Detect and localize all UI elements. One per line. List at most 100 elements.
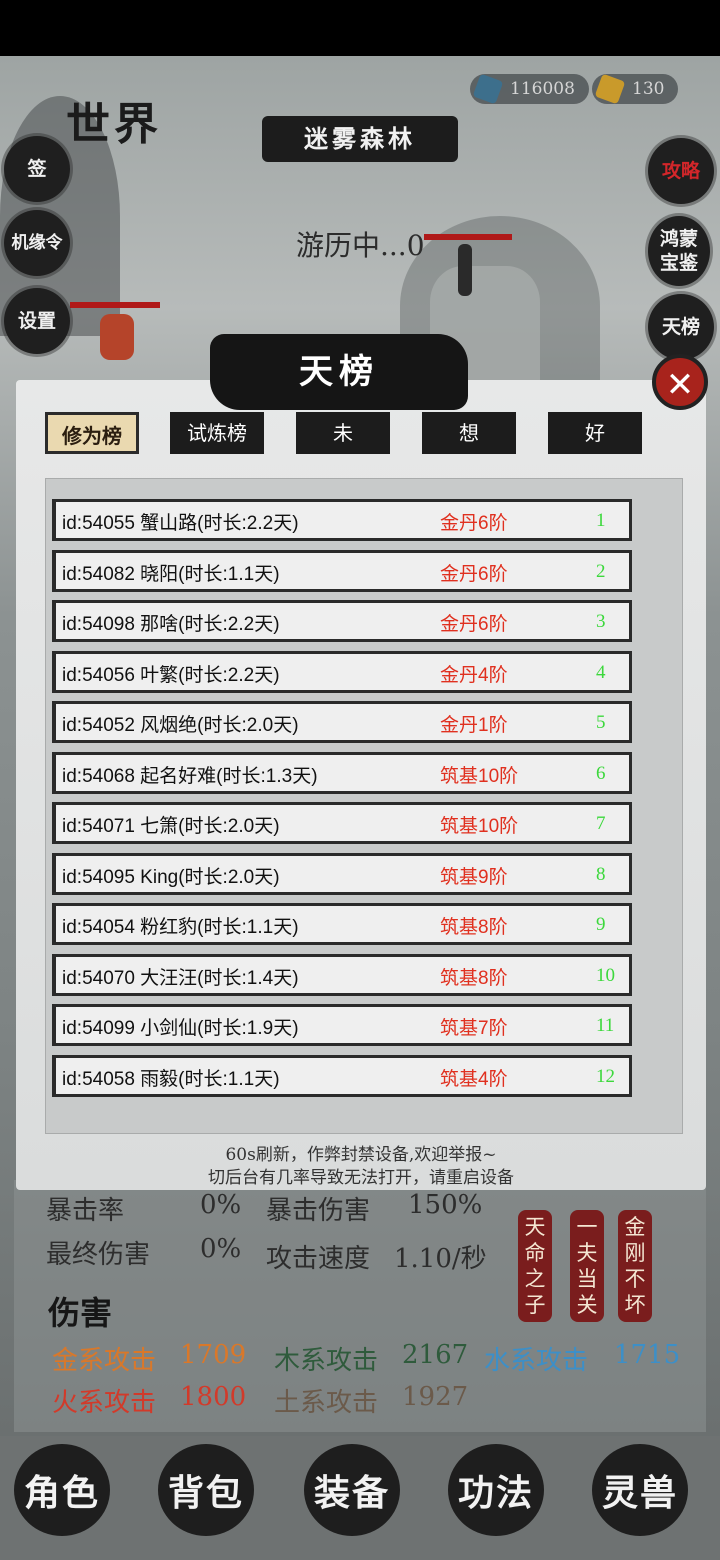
- gold-counter: 130: [592, 73, 679, 105]
- wood-attack-label: 木系攻击: [274, 1346, 379, 1376]
- cultivation-level: 筑基4阶: [440, 1068, 508, 1090]
- rank-number: 8: [596, 863, 606, 885]
- status-bar: [0, 0, 720, 56]
- cultivation-level: 筑基9阶: [440, 866, 508, 888]
- player-name: id:54071 七箫(时长:2.0天): [62, 816, 280, 837]
- ranking-row[interactable]: id:54082 晓阳(时长:1.1天) 金丹6阶 2: [52, 549, 632, 592]
- close-button[interactable]: ✕: [652, 354, 708, 410]
- ranking-row[interactable]: id:54052 风烟绝(时长:2.0天) 金丹1阶 5: [52, 701, 632, 743]
- player-name: id:54052 风烟绝(时长:2.0天): [62, 715, 299, 736]
- notice-line-2: 切后台有几率导致无法打开，请重启设备: [208, 1168, 514, 1188]
- world-title: 世界: [66, 99, 162, 150]
- attack-speed-value: 1.10/秒: [394, 1244, 487, 1274]
- player-figure: [100, 314, 134, 360]
- earth-attack-label: 土系攻击: [274, 1388, 379, 1418]
- notice-line-1: 60s刷新，作弊封禁设备,欢迎举报~: [225, 1145, 497, 1165]
- ranking-row[interactable]: id:54095 King(时长:2.0天) 筑基9阶 8: [52, 852, 632, 895]
- ranking-row[interactable]: id:54068 起名好难(时长:1.3天) 筑基10阶 6: [52, 751, 632, 794]
- player-name: id:54055 蟹山路(时长:2.2天): [62, 513, 299, 534]
- player-name: id:54068 起名好难(时长:1.3天): [62, 765, 318, 787]
- player-name: id:54056 叶繁(时长:2.2天): [62, 664, 280, 686]
- crit-damage-value: 150%: [408, 1190, 483, 1220]
- crystal-icon: [472, 73, 504, 105]
- ranking-row[interactable]: id:54070 大汪汪(时长:1.4天) 筑基8阶 10: [52, 953, 632, 996]
- fire-attack-label: 火系攻击: [52, 1388, 157, 1418]
- player-name: id:54098 那啥(时长:2.2天): [62, 614, 280, 635]
- fire-attack-value: 1800: [180, 1382, 247, 1412]
- gold-value: 130: [632, 79, 665, 99]
- panel-title: 天榜: [210, 334, 468, 410]
- cultivation-level: 金丹6阶: [440, 513, 508, 534]
- rank-number: 10: [596, 964, 615, 986]
- rank-number: 5: [596, 712, 606, 733]
- tab-trial[interactable]: 试炼榜: [170, 412, 264, 454]
- cultivation-level: 筑基10阶: [440, 816, 519, 837]
- cultivation-level: 筑基10阶: [440, 765, 519, 787]
- nav-pet-button[interactable]: 灵兽: [592, 1444, 688, 1536]
- cultivation-level: 金丹6阶: [440, 614, 508, 635]
- cultivation-level: 金丹1阶: [440, 715, 508, 736]
- nav-skills-button[interactable]: 功法: [448, 1444, 544, 1536]
- rank-number: 2: [596, 560, 606, 582]
- crit-rate-label: 暴击率: [46, 1196, 125, 1226]
- player-name: id:54099 小剑仙(时长:1.9天): [62, 1018, 299, 1039]
- player-name: id:54082 晓阳(时长:1.1天): [62, 563, 280, 585]
- rank-number: 7: [596, 813, 606, 834]
- wood-attack-value: 2167: [402, 1340, 469, 1370]
- rank-number: 12: [596, 1065, 615, 1087]
- rank-number: 11: [596, 1015, 615, 1036]
- fortune-order-button[interactable]: 机缘令: [4, 210, 70, 276]
- treasure-book-button[interactable]: 鸿蒙宝鉴: [648, 216, 710, 286]
- tab-3[interactable]: 未: [296, 412, 390, 454]
- cultivation-level: 金丹6阶: [440, 563, 508, 585]
- talent-badge[interactable]: 金刚不坏: [618, 1210, 652, 1322]
- rank-number: 4: [596, 661, 606, 683]
- nav-bag-button[interactable]: 背包: [158, 1444, 254, 1536]
- player-name: id:54058 雨毅(时长:1.1天): [62, 1068, 280, 1090]
- ranking-button[interactable]: 天榜: [648, 294, 714, 360]
- crit-rate-value: 0%: [200, 1190, 242, 1220]
- ranking-row[interactable]: id:54056 叶繁(时长:2.2天) 金丹4阶 4: [52, 650, 632, 693]
- cultivation-level: 筑基8阶: [440, 917, 508, 938]
- nav-character-button[interactable]: 角色: [14, 1444, 110, 1536]
- ranking-row[interactable]: id:54071 七箫(时长:2.0天) 筑基10阶 7: [52, 802, 632, 844]
- tab-4[interactable]: 想: [422, 412, 516, 454]
- cultivation-level: 金丹4阶: [440, 664, 508, 686]
- guide-button[interactable]: 攻略: [648, 138, 714, 204]
- rank-number: 1: [596, 510, 606, 531]
- metal-attack-value: 1709: [180, 1340, 247, 1370]
- enemy-figure: [458, 244, 472, 296]
- talent-badge[interactable]: 天命之子: [518, 1210, 552, 1322]
- nav-equipment-button[interactable]: 装备: [304, 1444, 400, 1536]
- sign-button[interactable]: 签: [4, 136, 70, 202]
- ranking-row[interactable]: id:54099 小剑仙(时长:1.9天) 筑基7阶 11: [52, 1004, 632, 1046]
- ranking-row[interactable]: id:54098 那啥(时长:2.2天) 金丹6阶 3: [52, 600, 632, 642]
- rank-number: 6: [596, 762, 606, 784]
- ranking-row[interactable]: id:54054 粉红豹(时长:1.1天) 筑基8阶 9: [52, 903, 632, 945]
- final-damage-value: 0%: [200, 1234, 242, 1264]
- cultivation-level: 筑基8阶: [440, 967, 508, 989]
- rank-number: 3: [596, 611, 606, 632]
- ranking-list[interactable]: id:54055 蟹山路(时长:2.2天) 金丹6阶 1 id:54082 晓阳(时长…: [45, 478, 683, 1134]
- player-name: id:54095 King(时长:2.0天): [62, 866, 280, 888]
- crystal-counter: 116008: [470, 73, 589, 105]
- rank-number: 9: [596, 914, 606, 935]
- travel-status: 游历中...0: [296, 229, 425, 262]
- cultivation-level: 筑基7阶: [440, 1018, 508, 1039]
- player-hp-bar: [70, 302, 160, 308]
- attack-speed-label: 攻击速度: [266, 1244, 371, 1274]
- close-icon: ✕: [665, 365, 695, 405]
- tab-5[interactable]: 好: [548, 412, 642, 454]
- crystal-value: 116008: [510, 79, 575, 99]
- location-banner: 迷雾森林: [262, 116, 458, 162]
- crit-damage-label: 暴击伤害: [266, 1196, 371, 1226]
- ranking-row[interactable]: id:54055 蟹山路(时长:2.2天) 金丹6阶 1: [52, 499, 632, 541]
- refresh-notice: 60s刷新，作弊封禁设备,欢迎举报~ 切后台有几率导致无法打开，请重启设备: [16, 1144, 706, 1190]
- talent-badge[interactable]: 一夫当关: [570, 1210, 604, 1322]
- final-damage-label: 最终伤害: [46, 1240, 151, 1270]
- damage-section-title: 伤害: [48, 1294, 113, 1332]
- ranking-row[interactable]: id:54058 雨毅(时长:1.1天) 筑基4阶 12: [52, 1054, 632, 1097]
- settings-button[interactable]: 设置: [4, 288, 70, 354]
- tab-cultivation[interactable]: 修为榜: [45, 412, 139, 454]
- player-name: id:54054 粉红豹(时长:1.1天): [62, 917, 299, 938]
